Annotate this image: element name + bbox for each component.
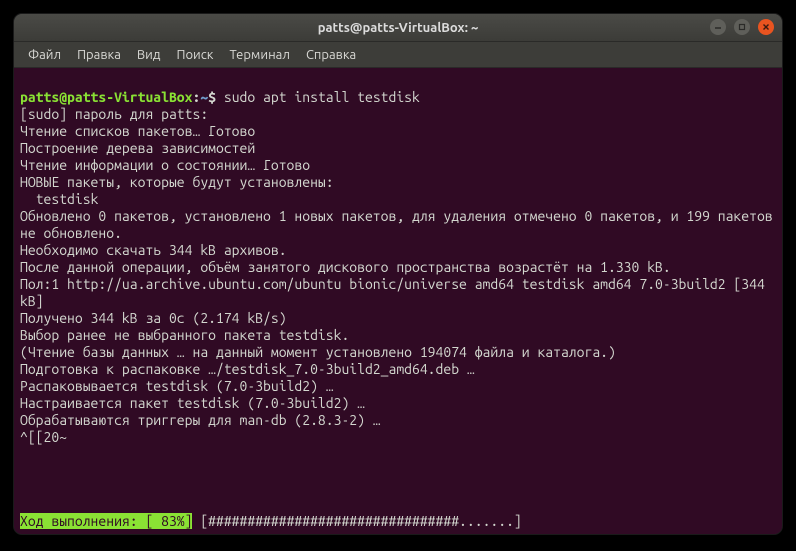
output-line: (Чтение базы данных … на данный момент у… [20,344,616,360]
terminal-viewport[interactable]: patts@patts-VirtualBox:~$ sudo apt insta… [14,68,782,534]
command-text: sudo apt install testdisk [224,89,420,105]
output-line: После данной операции, объём занятого ди… [20,259,671,275]
output-line: Чтение информации о состоянии… Готово [20,157,310,173]
output-line: Необходимо скачать 344 kB архивов. [20,242,287,258]
close-button[interactable] [758,19,774,35]
output-line: [sudo] пароль для patts: [20,106,208,122]
output-line: Подготовка к распаковке …/testdisk_7.0-3… [20,361,475,377]
minimize-button[interactable] [710,19,726,35]
output-line: Обрабатываются триггеры для man-db (2.8.… [20,412,381,428]
menu-search[interactable]: Поиск [168,44,221,66]
output-line: Обновлено 0 пакетов, установлено 1 новых… [20,208,780,241]
progress-line: Ход выполнения: [ 83%] [################… [20,513,522,530]
menu-terminal[interactable]: Терминал [221,44,297,66]
output-line: ^[[20~ [20,429,67,445]
window-controls [710,19,774,35]
output-line: Настраивается пакет testdisk (7.0-3build… [20,395,365,411]
menu-edit[interactable]: Правка [69,44,129,66]
maximize-button[interactable] [734,19,750,35]
output-line: Распаковывается testdisk (7.0-3build2) … [20,378,334,394]
prompt-path: ~ [200,89,208,105]
prompt-dollar: $ [208,89,216,105]
progress-label: Ход выполнения: [ 83%] [20,513,192,529]
output-line: Выбор ранее не выбранного пакета testdis… [20,327,349,343]
prompt-user-host: patts@patts-VirtualBox [20,89,192,105]
titlebar: patts@patts-VirtualBox: ~ [14,14,782,42]
output-line: Построение дерева зависимостей [20,140,255,156]
menu-view[interactable]: Вид [129,44,169,66]
menubar: Файл Правка Вид Поиск Терминал Справка [14,42,782,68]
menu-help[interactable]: Справка [298,44,364,66]
menu-file[interactable]: Файл [20,44,69,66]
progress-bar: [################################.......… [192,513,521,529]
output-line: НОВЫЕ пакеты, которые будут установлены: [20,174,334,190]
output-line: Чтение списков пакетов… Готово [20,123,255,139]
output-line: Получено 344 kB за 0с (2.174 kB/s) [20,310,287,326]
window-title: patts@patts-VirtualBox: ~ [318,21,479,35]
terminal-window: patts@patts-VirtualBox: ~ Файл Правка Ви… [14,14,782,534]
output-line: Пол:1 http://ua.archive.ubuntu.com/ubunt… [20,276,773,309]
output-line: testdisk [20,191,98,207]
